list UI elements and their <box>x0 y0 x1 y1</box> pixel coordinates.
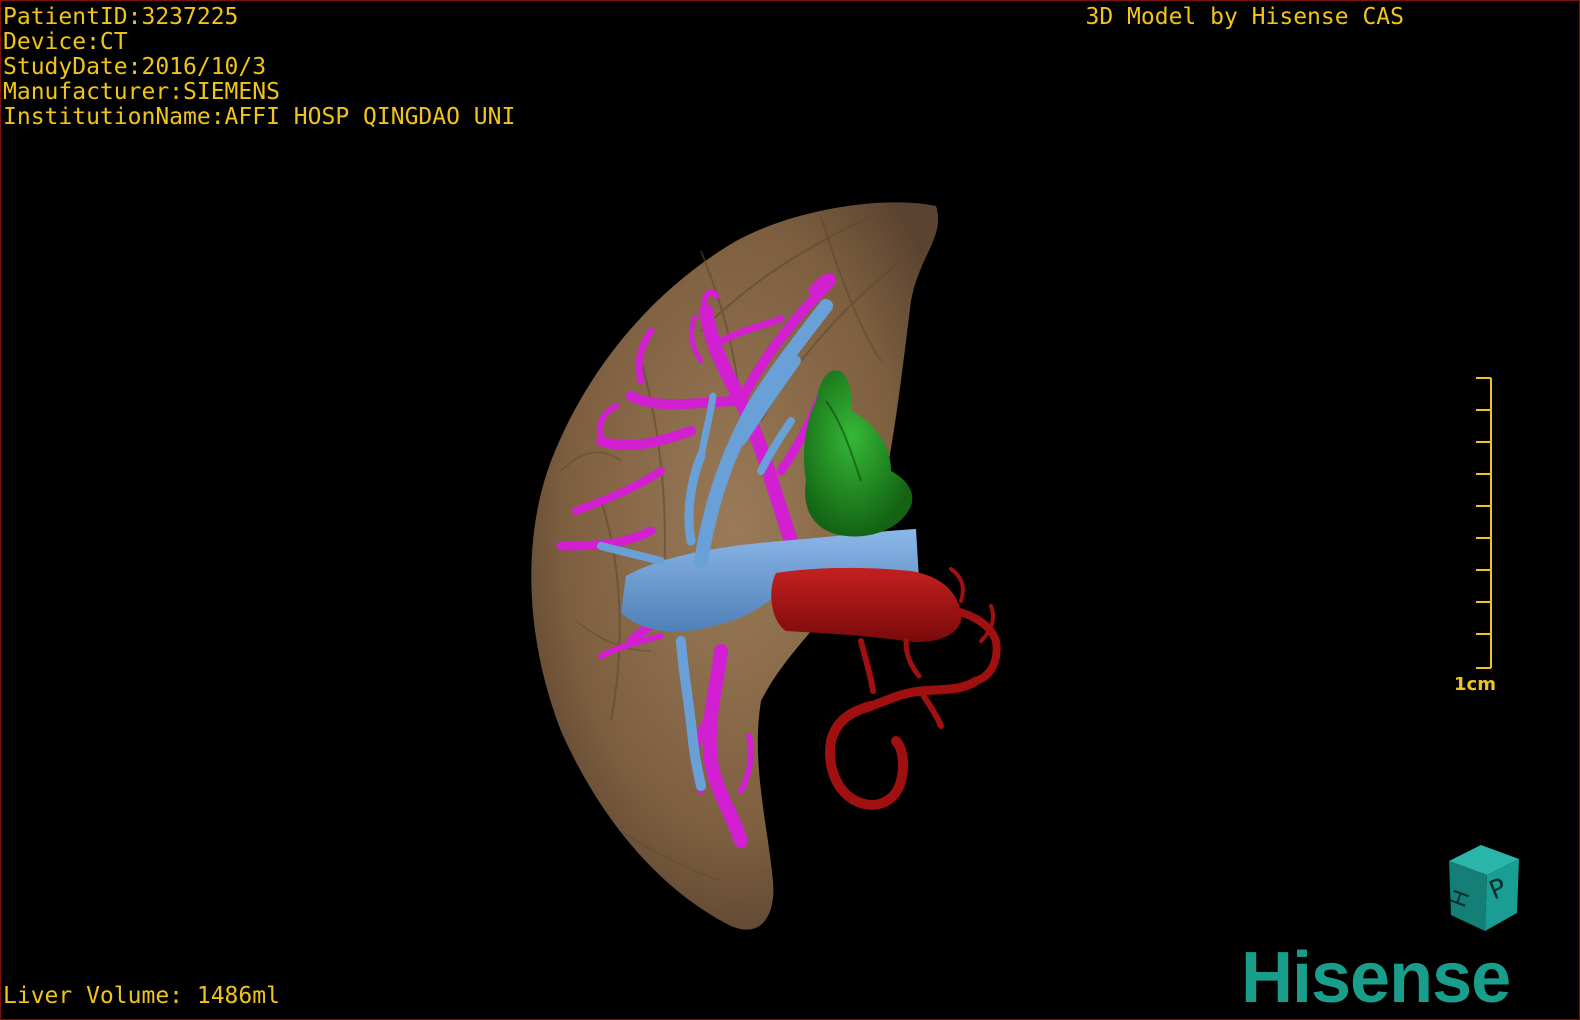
patient-info-overlay: PatientID:3237225 Device:CT StudyDate:20… <box>3 5 515 130</box>
liver-3d-model[interactable] <box>1 1 1580 1020</box>
manufacturer: Manufacturer:SIEMENS <box>3 79 280 105</box>
patient-id: PatientID:3237225 <box>3 4 239 30</box>
3d-viewport[interactable]: PatientID:3237225 Device:CT StudyDate:20… <box>0 0 1580 1020</box>
model-credit: 3D Model by Hisense CAS <box>1085 4 1405 30</box>
device: Device:CT <box>3 29 128 55</box>
hepatic-artery <box>771 567 1001 810</box>
scale-label: 1cm <box>1454 674 1496 695</box>
institution-name: InstitutionName:AFFI HOSP QINGDAO UNI <box>3 104 516 130</box>
study-date: StudyDate:2016/10/3 <box>3 54 267 80</box>
orientation-cube[interactable]: P H <box>1431 839 1531 939</box>
scale-bar <box>1476 377 1492 669</box>
hisense-logo: Hisense <box>1241 938 1511 1016</box>
brand-name: Hisense <box>1241 938 1510 1016</box>
liver-volume: Liver Volume: 1486ml <box>3 983 280 1009</box>
